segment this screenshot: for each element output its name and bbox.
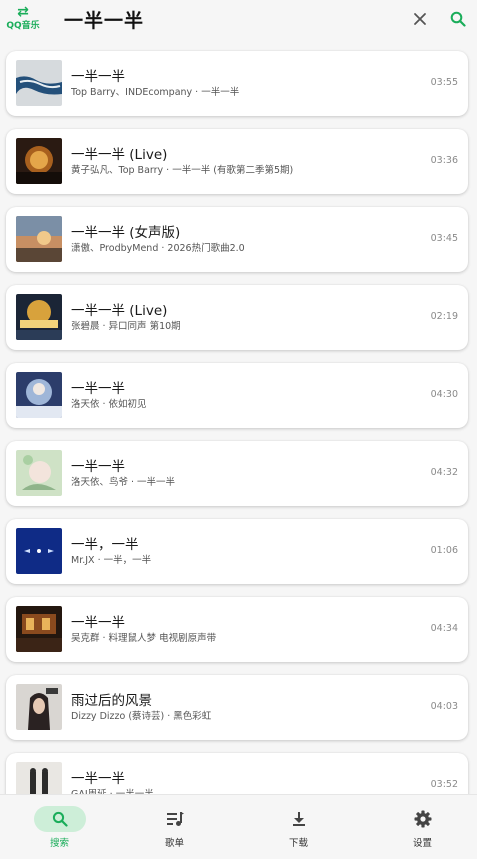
nav-tab-label: 歌单 — [164, 838, 184, 849]
song-row[interactable]: 一半一半 洛天依 · 依如初见 04:30 — [6, 363, 468, 428]
song-artist-album: 黄子弘凡、Top Barry · 一半一半 (有歌第二季第5期) — [71, 165, 294, 176]
song-row[interactable]: 一半一半 (女声版) 潇傲、ProdbyMend · 2026热门歌曲2.0 0… — [6, 207, 468, 272]
song-title: 一半一半 (女声版) — [71, 225, 181, 241]
album-cover — [16, 450, 62, 496]
song-title: 一半，一半 — [71, 537, 139, 553]
gear-icon — [414, 810, 431, 828]
search-icon — [52, 811, 68, 827]
song-artist-album: GAI周延 · 一半一半 — [71, 786, 154, 794]
music-source-toggle[interactable]: ⇄ QQ音乐 — [6, 5, 40, 35]
nav-tab-playlist[interactable]: 歌单 — [115, 795, 234, 855]
album-cover — [16, 60, 62, 106]
search-query-text[interactable]: 一半一半 — [64, 6, 144, 33]
song-duration: 04:03 — [430, 701, 458, 712]
song-row[interactable]: 一半一半 洛天依、鸟爷 · 一半一半 04:32 — [6, 441, 468, 506]
album-cover — [16, 684, 62, 730]
search-button[interactable] — [446, 7, 470, 31]
song-artist-album: 洛天依、鸟爷 · 一半一半 — [71, 477, 176, 488]
song-title: 一半一半 (Live) — [71, 147, 168, 163]
song-duration: 03:45 — [430, 233, 458, 244]
song-title: 一半一半 — [71, 615, 125, 631]
song-row[interactable]: 一半，一半 Mr.JX · 一半，一半 01:06 — [6, 519, 468, 584]
song-title: 一半一半 (Live) — [71, 303, 168, 319]
song-artist-album: 吴克群 · 料理鼠人梦 电视剧原声带 — [71, 633, 217, 644]
song-duration: 01:06 — [430, 545, 458, 556]
album-cover — [16, 294, 62, 340]
song-duration: 03:55 — [430, 77, 458, 88]
nav-tab-settings[interactable]: 设置 — [363, 795, 477, 855]
album-cover — [16, 606, 62, 652]
song-row[interactable]: 一半一半 吴克群 · 料理鼠人梦 电视剧原声带 04:34 — [6, 597, 468, 662]
song-title: 一半一半 — [71, 69, 125, 85]
album-cover — [16, 216, 62, 262]
song-row[interactable]: 一半一半 (Live) 黄子弘凡、Top Barry · 一半一半 (有歌第二季… — [6, 129, 468, 194]
nav-tab-search[interactable]: 搜索 — [0, 795, 119, 855]
search-icon — [450, 11, 466, 27]
song-duration: 04:34 — [430, 623, 458, 634]
song-row[interactable]: 一半一半 GAI周延 · 一半一半 03:52 — [6, 753, 468, 794]
song-artist-album: 张碧晨 · 异口同声 第10期 — [71, 321, 181, 332]
nav-active-indicator — [33, 806, 86, 832]
nav-tab-download[interactable]: 下载 — [239, 795, 358, 855]
song-duration: 04:30 — [430, 389, 458, 400]
song-duration: 03:36 — [430, 155, 458, 166]
close-icon — [414, 13, 426, 25]
top-bar: ⇄ QQ音乐 一半一半 — [0, 0, 477, 44]
album-cover — [16, 528, 62, 574]
playlist-icon — [166, 812, 184, 826]
music-source-label: QQ音乐 — [6, 21, 40, 31]
song-artist-album: Top Barry、INDEcompany · 一半一半 — [71, 87, 240, 98]
song-duration: 03:52 — [430, 779, 458, 790]
song-title: 一半一半 — [71, 381, 125, 397]
song-row[interactable]: 一半一半 Top Barry、INDEcompany · 一半一半 03:55 — [6, 51, 468, 116]
song-duration: 02:19 — [430, 311, 458, 322]
download-icon — [292, 812, 305, 826]
bottom-navigation: 搜索 歌单 下载 设置 — [0, 794, 477, 859]
song-result-list[interactable]: 一半一半 Top Barry、INDEcompany · 一半一半 03:55 … — [0, 44, 477, 794]
song-title: 雨过后的风景 — [71, 693, 152, 709]
album-cover — [16, 762, 62, 794]
clear-search-button[interactable] — [408, 7, 432, 31]
album-cover — [16, 372, 62, 418]
album-cover — [16, 138, 62, 184]
song-artist-album: 洛天依 · 依如初见 — [71, 399, 147, 410]
song-row[interactable]: 雨过后的风景 Dizzy Dizzo (蔡诗芸) · 黑色彩虹 04:03 — [6, 675, 468, 740]
swap-arrows-icon: ⇄ — [17, 4, 29, 20]
song-title: 一半一半 — [71, 771, 125, 787]
song-title: 一半一半 — [71, 459, 125, 475]
song-artist-album: 潇傲、ProdbyMend · 2026热门歌曲2.0 — [71, 243, 245, 254]
nav-tab-label: 下载 — [288, 838, 308, 849]
nav-tab-label: 搜索 — [49, 838, 69, 849]
song-row[interactable]: 一半一半 (Live) 张碧晨 · 异口同声 第10期 02:19 — [6, 285, 468, 350]
song-artist-album: Dizzy Dizzo (蔡诗芸) · 黑色彩虹 — [71, 711, 212, 722]
nav-tab-label: 设置 — [412, 838, 432, 849]
song-artist-album: Mr.JX · 一半，一半 — [71, 555, 152, 566]
song-duration: 04:32 — [430, 467, 458, 478]
